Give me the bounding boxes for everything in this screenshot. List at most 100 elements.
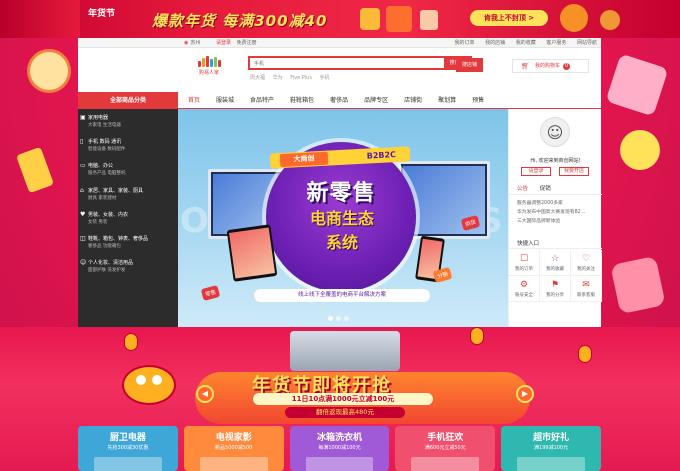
search-input[interactable] — [254, 59, 414, 68]
quick-service[interactable]: ✉ 联系客服 — [571, 276, 602, 302]
cart-label: 我的购物车 — [535, 63, 561, 69]
hero-slogan: 线上线下全覆盖的电商平台解决方案 — [254, 289, 430, 302]
festival-date: 11日10点满1000元立减100元 — [253, 393, 433, 405]
carousel-dot[interactable] — [344, 316, 349, 321]
carousel-dot[interactable] — [336, 316, 341, 321]
news-tabs: 公告 促销 — [509, 183, 602, 195]
category-item[interactable]: ▭ 电脑、办公 服务产品 电脑整机 — [78, 157, 178, 181]
hotword[interactable]: Five Plus — [290, 75, 312, 81]
greeting: 请登录 免费注册 — [216, 38, 257, 48]
promo-card-fridge[interactable]: 冰箱洗衣机 每满1000减100元 — [289, 426, 390, 471]
quick-entry-title: 快捷入口 — [509, 239, 602, 249]
hero-subline-2: 系统 — [325, 233, 358, 252]
cart-icon: 🛒︎ — [521, 62, 530, 70]
quick-security[interactable]: ⚙ 账号安全 — [509, 276, 540, 302]
promo-card-phone[interactable]: 手机狂欢 满600元立减50元 — [395, 426, 496, 471]
news-item[interactable]: 服务器调整2000多家 — [517, 199, 585, 208]
welcome-text: Hi, 欢迎来到商创网站! — [530, 158, 581, 164]
topbar-link-favorites[interactable]: 我的收藏 — [516, 40, 536, 46]
nav-item[interactable]: 食品特产 — [250, 92, 274, 109]
cart-count-badge: 0 — [563, 63, 571, 70]
bag-icon: ◫ — [80, 234, 86, 242]
promo-title: 爆款年货 每满300减40 — [152, 12, 328, 30]
news-item[interactable]: 三大国际品牌新体验 — [517, 217, 585, 226]
topbar-link-shop[interactable]: 我的店铺 — [485, 40, 505, 46]
login-button[interactable]: 请登录 — [521, 167, 551, 176]
category-item[interactable]: ☺ 个人化妆、清洁用品 面部护肤 洗发护发 — [78, 254, 178, 278]
cart-button[interactable]: 🛒︎ 我的购物车 0 — [512, 59, 589, 73]
promo-tag: 年货节 — [88, 9, 116, 19]
prev-arrow-icon[interactable]: ◀ — [196, 385, 214, 403]
promo-card-tv[interactable]: 电视家影 新品5000减500 — [183, 426, 284, 471]
category-item[interactable]: ♥ 男装、女装、内衣 女装 男装 — [78, 206, 178, 230]
hotword[interactable]: 手机 — [320, 75, 330, 81]
decor-right-low — [610, 255, 666, 315]
topbar-link-service[interactable]: 客户服务 — [546, 40, 566, 46]
tab-promo[interactable]: 促销 — [540, 186, 551, 192]
hero-tag: 零售 — [200, 285, 221, 301]
category-item[interactable]: ▯ 手机 数码 通讯 智能设备 数码配件 — [78, 133, 178, 157]
ribbon-brand: 大商创 — [279, 151, 329, 168]
promo-card-market[interactable]: 超市好礼 满199减100元 — [501, 426, 601, 471]
location[interactable]: ◉ 苏州 — [184, 38, 200, 48]
location-pin-icon: ◉ — [184, 40, 189, 46]
dragon-decoration — [112, 349, 192, 419]
flag-icon: ⚑ — [550, 280, 560, 290]
computer-icon: ▭ — [80, 162, 86, 170]
nav-item[interactable]: 预售 — [472, 92, 484, 109]
topbar-link-orders[interactable]: 我的订单 — [455, 40, 475, 46]
logo-mark-icon — [192, 56, 226, 67]
tab-notice[interactable]: 公告 — [517, 186, 528, 192]
category-item[interactable]: ◫ 鞋靴、箱包、钟表、奢侈品 奢侈品 功能箱包 — [78, 230, 178, 254]
top-promo-banner[interactable]: 年货节 爆款年货 每满300减40 肯我上不封顶 > — [0, 0, 680, 38]
clothing-icon: ♥ — [80, 210, 86, 218]
news-item[interactable]: 华为发布中国高大赛发现有82... — [517, 208, 585, 217]
quick-favorites[interactable]: ☆ 我的收藏 — [540, 250, 571, 276]
login-link[interactable]: 请登录 — [216, 40, 231, 46]
card-product-image — [411, 457, 480, 471]
quick-share[interactable]: ⚑ 我的分享 — [540, 276, 571, 302]
site-logo[interactable]: 购易人家 — [192, 56, 226, 82]
nav-item[interactable]: 品牌专区 — [364, 92, 388, 109]
hero-tag: 分销 — [432, 267, 453, 283]
tablet-image — [226, 224, 278, 282]
phone-icon: ▯ — [80, 138, 84, 146]
nav-item[interactable]: 店铺街 — [404, 92, 422, 109]
carousel-dot[interactable] — [328, 316, 333, 321]
open-store-button[interactable]: 我要开店 — [559, 167, 589, 176]
nav-item[interactable]: 服装城 — [216, 92, 234, 109]
star-icon: ☆ — [550, 254, 560, 264]
hero-carousel[interactable]: O S 大商创 B2B2C 新零售 电商生态 系统 线上线下全覆盖的电商平台解决… — [178, 109, 508, 327]
lantern-decoration — [470, 327, 484, 345]
register-link[interactable]: 免费注册 — [237, 40, 257, 46]
logo-text: 购易人家 — [198, 70, 219, 76]
decor-left-top — [30, 52, 68, 90]
home-icon: ⌂ — [80, 186, 84, 194]
nav-item[interactable]: 奢侈品 — [330, 92, 348, 109]
hotword[interactable]: 周大福 — [250, 75, 265, 81]
promo-button[interactable]: 肯我上不封顶 > — [470, 10, 548, 26]
next-arrow-icon[interactable]: ▶ — [516, 385, 534, 403]
quick-orders[interactable]: ☐ 我的订单 — [509, 250, 540, 276]
topbar-link-sitemap[interactable]: 网站导航 — [577, 40, 597, 46]
all-categories-button[interactable]: 全部商品分类 — [78, 92, 178, 109]
search-shop-button[interactable]: 搜店铺 — [456, 58, 483, 72]
promo-card-kitchen[interactable]: 厨卫电器 先抢300减30优惠 — [78, 426, 178, 471]
decor-right-mid — [620, 130, 660, 170]
lantern-decoration — [578, 345, 592, 363]
nav-item-home[interactable]: 首页 — [188, 92, 200, 109]
quick-follow[interactable]: ♡ 我的关注 — [571, 250, 602, 276]
nav-item[interactable]: 鞋靴箱包 — [290, 92, 314, 109]
card-product-image — [517, 457, 585, 471]
mail-icon: ✉ — [582, 280, 590, 290]
hotword[interactable]: 华为 — [273, 75, 283, 81]
category-sidebar: ▣ 家用电器 大家电 生活电器 ▯ 手机 数码 通讯 智能设备 数码配件 ▭ 电脑、办公服… — [78, 109, 178, 327]
hero-subline: 电商生态 — [309, 209, 374, 228]
appliance-icon: ▣ — [80, 114, 86, 121]
page: 年货节 爆款年货 每满300减40 肯我上不封顶 > ◉ 苏州 请登录 免费注册 … — [0, 0, 680, 471]
search-box: 搜商品 — [248, 56, 472, 70]
category-item[interactable]: ⌂ 家居、家具、家装、厨具 厨具 家装建材 — [78, 182, 178, 206]
nav-item[interactable]: 聚划算 — [438, 92, 456, 109]
user-buttons: 请登录 我要开店 — [521, 167, 589, 176]
category-item[interactable]: ▣ 家用电器 大家电 生活电器 — [78, 109, 178, 133]
